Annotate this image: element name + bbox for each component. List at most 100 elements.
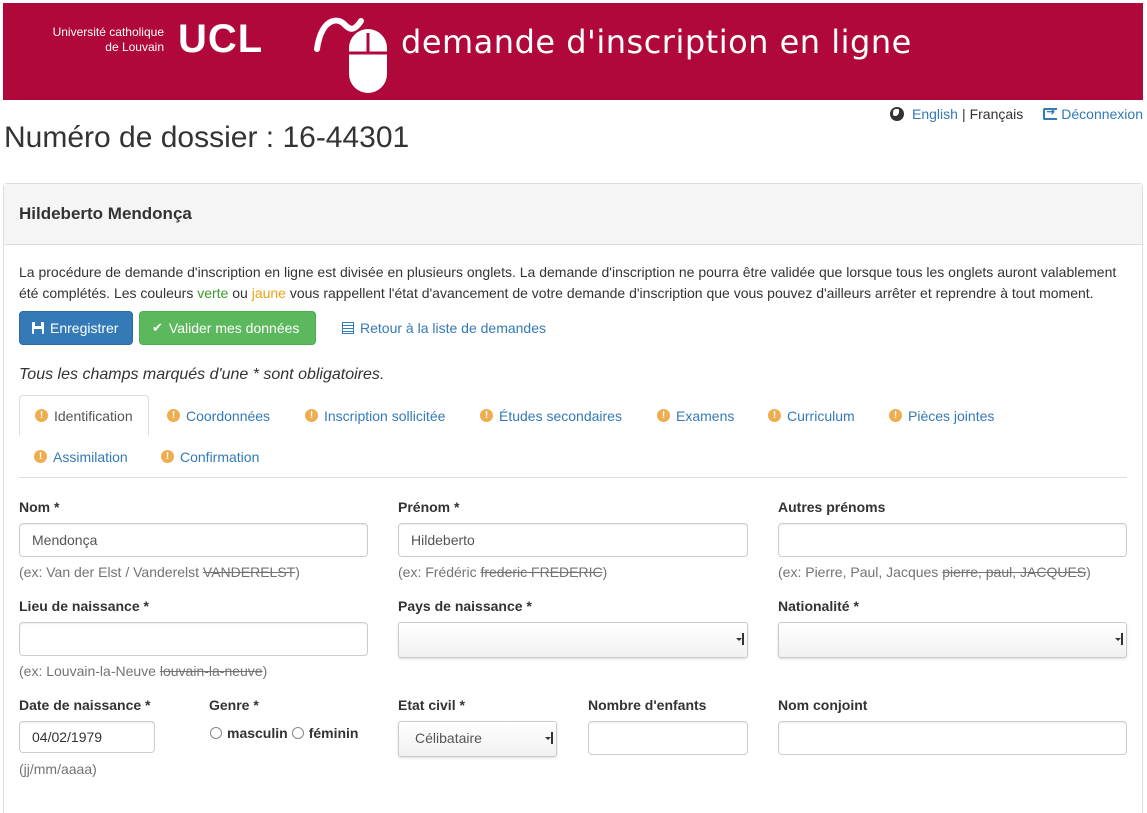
header-banner: Université catholique de Louvain UCL dem… bbox=[3, 3, 1143, 100]
etat-civil-value: Célibataire bbox=[415, 730, 482, 746]
globe-icon bbox=[890, 107, 905, 121]
lieu-naissance-help-end: ) bbox=[262, 663, 268, 679]
top-links: English | Français Déconnexion bbox=[890, 105, 1143, 122]
nombre-enfants-label: Nombre d'enfants bbox=[588, 697, 707, 713]
warning-icon: ! bbox=[480, 409, 493, 422]
warning-icon: ! bbox=[305, 409, 318, 422]
logout-label: Déconnexion bbox=[1061, 106, 1143, 122]
tab-label: Curriculum bbox=[787, 407, 855, 424]
language-separator: | bbox=[961, 106, 966, 122]
pays-naissance-label: Pays de naissance * bbox=[398, 598, 532, 614]
nom-input[interactable] bbox=[19, 523, 368, 557]
tab-label: Confirmation bbox=[180, 448, 260, 465]
prenom-input[interactable] bbox=[398, 523, 748, 557]
nationalite-select[interactable] bbox=[778, 622, 1127, 658]
tab-etudes-secondaires[interactable]: ! Études secondaires bbox=[465, 395, 637, 436]
lieu-naissance-help: (ex: Louvain-la-Neuve louvain-la-neuve) bbox=[19, 663, 267, 679]
back-to-list-label: Retour à la liste de demandes bbox=[360, 320, 546, 336]
nom-conjoint-input[interactable] bbox=[778, 721, 1127, 755]
etat-civil-select[interactable]: Célibataire bbox=[398, 721, 557, 757]
lieu-naissance-help-strike: louvain-la-neuve bbox=[159, 663, 263, 679]
university-line1: Université catholique bbox=[52, 25, 164, 39]
autres-prenoms-help-end: ) bbox=[1086, 564, 1091, 580]
nationalite-label: Nationalité * bbox=[778, 598, 859, 614]
pays-naissance-select[interactable] bbox=[398, 622, 748, 658]
warning-icon: ! bbox=[889, 409, 902, 422]
lieu-naissance-label: Lieu de naissance * bbox=[19, 598, 149, 614]
nombre-enfants-input[interactable] bbox=[588, 721, 748, 755]
banner-title: demande d'inscription en ligne bbox=[401, 23, 912, 61]
tab-label: Études secondaires bbox=[499, 407, 622, 424]
genre-label: Genre * bbox=[209, 697, 259, 713]
warning-icon: ! bbox=[167, 409, 180, 422]
tab-label: Assimilation bbox=[53, 448, 128, 465]
english-link[interactable]: English bbox=[912, 106, 958, 122]
nom-conjoint-label: Nom conjoint bbox=[778, 697, 868, 713]
ucl-logo: UCL bbox=[178, 17, 264, 61]
intro-mid: ou bbox=[228, 284, 252, 301]
chevron-down-icon bbox=[545, 732, 553, 744]
prenom-help-strike: frederic FREDERIC bbox=[480, 564, 603, 580]
panel-body: La procédure de demande d'inscription en… bbox=[4, 245, 1142, 798]
autres-prenoms-help-text: (ex: Pierre, Paul, Jacques bbox=[778, 564, 943, 580]
lieu-naissance-input[interactable] bbox=[19, 622, 368, 656]
autres-prenoms-input[interactable] bbox=[778, 523, 1127, 557]
masculin-label: masculin bbox=[227, 725, 288, 741]
save-button-label: Enregistrer bbox=[50, 320, 119, 336]
nom-help-end: ) bbox=[295, 564, 300, 580]
list-icon bbox=[342, 322, 354, 334]
tab-coordonnees[interactable]: ! Coordonnées bbox=[152, 395, 285, 436]
feminin-label: féminin bbox=[308, 725, 359, 741]
date-naissance-help: (jj/mm/aaaa) bbox=[19, 761, 97, 777]
tab-confirmation[interactable]: ! Confirmation bbox=[146, 436, 274, 477]
logout-icon bbox=[1043, 105, 1058, 120]
nom-label: Nom * bbox=[19, 499, 60, 515]
tab-examens[interactable]: ! Examens bbox=[642, 395, 749, 436]
etat-civil-label: Etat civil * bbox=[398, 697, 465, 713]
warning-icon: ! bbox=[161, 450, 174, 463]
chevron-down-icon bbox=[736, 633, 744, 645]
autres-prenoms-help: (ex: Pierre, Paul, Jacques pierre, paul,… bbox=[778, 564, 1091, 580]
identification-form: Nom * (ex: Van der Elst / Vanderelst VAN… bbox=[19, 478, 1127, 798]
intro-green-word: verte bbox=[197, 284, 229, 301]
warning-icon: ! bbox=[657, 409, 670, 422]
university-name: Université catholique de Louvain bbox=[40, 25, 164, 55]
required-fields-note: Tous les champs marqués d'une * sont obl… bbox=[19, 366, 385, 383]
warning-icon: ! bbox=[35, 409, 48, 422]
autres-prenoms-help-strike: pierre, paul, JACQUES bbox=[942, 564, 1087, 580]
university-line2: de Louvain bbox=[105, 40, 164, 54]
tab-assimilation[interactable]: ! Assimilation bbox=[19, 436, 143, 477]
action-bar: Enregistrer ✔ Valider mes données Retour… bbox=[19, 311, 1127, 345]
tab-label: Examens bbox=[676, 407, 735, 424]
genre-options: masculin féminin bbox=[210, 725, 358, 741]
tab-inscription-sollicitee[interactable]: ! Inscription sollicitée bbox=[290, 395, 460, 436]
date-naissance-label: Date de naissance * bbox=[19, 697, 151, 713]
panel-heading: Hildeberto Mendonça bbox=[4, 184, 1142, 245]
back-to-list-link[interactable]: Retour à la liste de demandes bbox=[342, 320, 546, 336]
tab-label: Inscription sollicitée bbox=[324, 407, 446, 424]
save-button[interactable]: Enregistrer bbox=[19, 311, 133, 345]
feminin-radio[interactable] bbox=[291, 727, 304, 739]
mouse-icon bbox=[314, 17, 387, 93]
current-language: Français bbox=[969, 106, 1024, 122]
validate-button-label: Valider mes données bbox=[168, 320, 300, 336]
prenom-help-end: ) bbox=[602, 564, 608, 580]
tab-identification[interactable]: ! Identification bbox=[19, 395, 149, 436]
intro-yellow-word: jaune bbox=[251, 284, 286, 301]
chevron-down-icon bbox=[1115, 633, 1123, 645]
date-naissance-input[interactable] bbox=[19, 721, 155, 753]
validate-button[interactable]: ✔ Valider mes données bbox=[139, 311, 316, 345]
intro-text: La procédure de demande d'inscription en… bbox=[19, 262, 1119, 303]
logout-link[interactable]: Déconnexion bbox=[1043, 105, 1143, 122]
nom-help-strike: VANDERELST bbox=[202, 564, 296, 580]
intro-part2: vous rappellent l'état d'avancement de v… bbox=[285, 284, 1094, 301]
tab-curriculum[interactable]: ! Curriculum bbox=[753, 395, 870, 436]
prenom-label: Prénom * bbox=[398, 499, 460, 515]
nom-help: (ex: Van der Elst / Vanderelst VANDERELS… bbox=[19, 564, 300, 580]
tab-bar: ! Identification ! Coordonnées ! Inscrip… bbox=[19, 395, 1127, 478]
prenom-help: (ex: Frédéric frederic FREDERIC) bbox=[398, 564, 607, 580]
floppy-icon bbox=[32, 322, 44, 334]
masculin-radio[interactable] bbox=[210, 727, 222, 739]
warning-icon: ! bbox=[34, 450, 47, 463]
tab-pieces-jointes[interactable]: ! Pièces jointes bbox=[874, 395, 1009, 436]
